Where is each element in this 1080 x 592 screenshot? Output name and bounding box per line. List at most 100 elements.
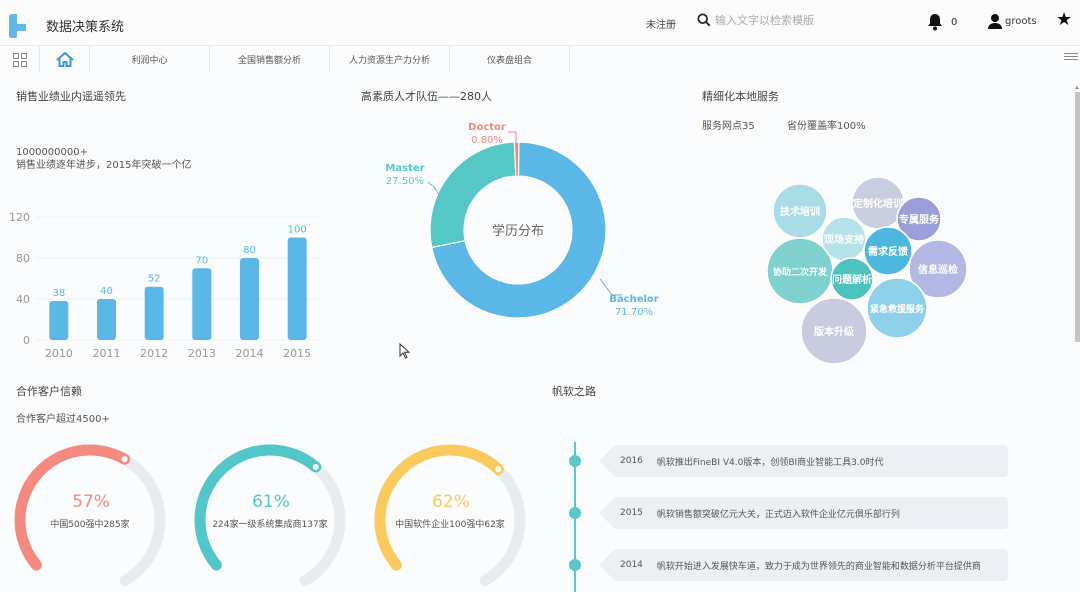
donut-slice xyxy=(513,141,520,177)
bar-value-label: 52 xyxy=(148,274,161,285)
app-logo[interactable] xyxy=(9,14,27,38)
bubble-label: 定制化培训 xyxy=(853,197,903,210)
service-bubble-chart: 技术培训 定制化培训专属服务现场支持需求反馈信息巡检 协助二次开发问题解析紧急救援服… xyxy=(766,176,968,365)
bar xyxy=(144,286,164,340)
bar xyxy=(97,299,116,340)
slice-percent-label: 0.80% xyxy=(471,135,503,146)
bar-value-label: 70 xyxy=(195,255,208,266)
customer-gauges: 57% 中国500强中285家 61% 224家一级系统集成商137家 62% 中国软件企… xyxy=(14,444,526,587)
talent-section-title: 高素质人才队伍——280人 xyxy=(361,90,492,103)
service-section-title: 精细化本地服务 xyxy=(702,90,779,103)
gauge-percent: 61% xyxy=(252,492,290,512)
search-box[interactable] xyxy=(697,13,855,27)
mouse-cursor-icon xyxy=(399,343,411,359)
notification-count: 0 xyxy=(951,16,958,28)
bar-value-label: 40 xyxy=(100,286,113,297)
scroll-up-arrow-icon[interactable] xyxy=(1075,86,1079,89)
bubble-label: 信息巡检 xyxy=(918,263,958,276)
gauge-percent: 57% xyxy=(72,492,110,512)
grid-icon xyxy=(12,52,27,67)
gauge-knob xyxy=(493,464,504,475)
timeline-dot xyxy=(569,455,581,467)
bubble-label: 协助二次开发 xyxy=(773,266,828,278)
x-tick-label: 2011 xyxy=(93,347,121,360)
timeline-year: 2015 xyxy=(620,508,643,518)
tab-dashboard-combo[interactable]: 仪表盘组合 xyxy=(450,46,570,73)
y-tick-label: 80 xyxy=(16,252,30,265)
tab-profit-center[interactable]: 利润中心 xyxy=(90,46,210,73)
bubble-label: 技术培训 xyxy=(780,205,820,218)
y-tick-label: 120 xyxy=(9,211,30,224)
search-input[interactable] xyxy=(715,13,855,27)
favorites-star-icon[interactable]: ★ xyxy=(1056,11,1072,29)
home-icon xyxy=(55,52,74,67)
timeline-year: 2014 xyxy=(620,560,643,570)
timeline-item: 2014 帆软开始进入发展快车道，致力于成为世界领先的商业智能和数据分析平台提供… xyxy=(567,549,1017,581)
bubble-label: 问题解析 xyxy=(832,273,872,286)
education-donut-chart: Bachelor 71.70% Master 27.50% Doctor 0.80% 学历分… xyxy=(385,122,659,319)
sales-subtitle: 销售业绩逐年进步，2015年突破一个亿 xyxy=(16,160,192,171)
bar xyxy=(240,258,259,340)
service-outlets-stat: 服务网点35 xyxy=(702,121,755,132)
sales-section-title: 销售业绩业内遥遥领先 xyxy=(16,90,126,103)
bubble-label: 现场支持 xyxy=(824,233,864,246)
customers-section-title: 合作客户信赖 xyxy=(16,385,82,398)
timeline-dot xyxy=(569,559,581,571)
gauge-knob xyxy=(310,462,321,473)
province-coverage-stat: 省份覆盖率100% xyxy=(787,121,866,132)
scrollbar-thumb[interactable] xyxy=(1075,92,1080,342)
bell-icon xyxy=(928,14,942,31)
tab-national-sales[interactable]: 全国销售额分析 xyxy=(210,46,330,73)
vertical-scrollbar[interactable] xyxy=(1074,86,1080,592)
gauge-caption: 中国500强中285家 xyxy=(50,518,129,530)
gauge-knob xyxy=(119,454,130,465)
user-icon xyxy=(988,14,1002,29)
x-tick-label: 2014 xyxy=(236,347,264,360)
bar-value-label: 38 xyxy=(52,288,65,299)
timeline-dot xyxy=(569,507,581,519)
slice-percent-label: 71.70% xyxy=(615,307,653,318)
x-tick-label: 2010 xyxy=(45,347,73,360)
bar xyxy=(192,268,212,340)
slice-percent-label: 27.50% xyxy=(386,176,424,187)
y-tick-label: 0 xyxy=(23,334,30,347)
timeline-card: 2015 帆软销售额突破亿元大关，正式迈入软件企业亿元俱乐部行列 xyxy=(599,497,1008,529)
x-tick-label: 2013 xyxy=(188,347,216,360)
label-leader-line xyxy=(599,278,622,296)
gauge-caption: 中国软件企业100强中62家 xyxy=(395,518,505,530)
gauge-percent: 62% xyxy=(432,492,470,512)
app-grid-button[interactable] xyxy=(0,46,40,73)
timeline-text: 帆软销售额突破亿元大关，正式迈入软件企业亿元俱乐部行列 xyxy=(656,509,900,520)
tab-hr-productivity[interactable]: 人力资源生产力分析 xyxy=(330,46,450,73)
bubble-label: 需求反馈 xyxy=(868,245,908,258)
bar xyxy=(49,301,69,340)
home-tab[interactable] xyxy=(40,46,90,73)
app-title: 数据决策系统 xyxy=(46,20,125,35)
notifications-button[interactable]: 0 xyxy=(927,13,957,31)
hamburger-menu-icon[interactable] xyxy=(1064,51,1078,65)
customers-subtitle: 合作客户超过4500+ xyxy=(16,414,110,425)
user-menu[interactable]: groots xyxy=(987,13,1037,30)
tab-bar: 利润中心 全国销售额分析 人力资源生产力分析 仪表盘组合 xyxy=(0,46,1080,73)
timeline-card: 2016 帆软推出FineBI V4.0版本，创领BI商业智能工具3.0时代 xyxy=(599,445,1008,477)
slice-name-label: Doctor xyxy=(468,122,506,133)
bubble-label: 专属服务 xyxy=(899,213,940,226)
timeline-item: 2015 帆软销售额突破亿元大关，正式迈入软件企业亿元俱乐部行列 xyxy=(567,497,1017,529)
timeline-year: 2016 xyxy=(620,456,643,466)
x-tick-label: 2015 xyxy=(283,347,311,360)
bubble-label: 紧急救援服务 xyxy=(870,303,925,315)
bar-value-label: 80 xyxy=(243,245,256,256)
timeline-text: 帆软开始进入发展快车道，致力于成为世界领先的商业智能和数据分析平台提供商 xyxy=(656,561,981,572)
y-tick-label: 40 xyxy=(16,293,30,306)
search-icon xyxy=(697,13,711,27)
unregistered-link[interactable]: 未注册 xyxy=(646,16,676,31)
gauge-caption: 224家一级系统集成商137家 xyxy=(212,518,327,530)
username: groots xyxy=(1005,16,1037,27)
slice-name-label: Master xyxy=(385,163,424,174)
bubble-label: 版本升级 xyxy=(814,325,855,338)
donut-center-title: 学历分布 xyxy=(492,223,544,239)
bar-value-label: 100 xyxy=(288,225,307,236)
timeline-card: 2014 帆软开始进入发展快车道，致力于成为世界领先的商业智能和数据分析平台提供… xyxy=(599,549,1008,581)
timeline-text: 帆软推出FineBI V4.0版本，创领BI商业智能工具3.0时代 xyxy=(656,457,884,468)
sales-bar-chart: 0 40 80 120 38 2010 40 2011 52 2012 70 2013 80 2014 10… xyxy=(9,211,322,360)
